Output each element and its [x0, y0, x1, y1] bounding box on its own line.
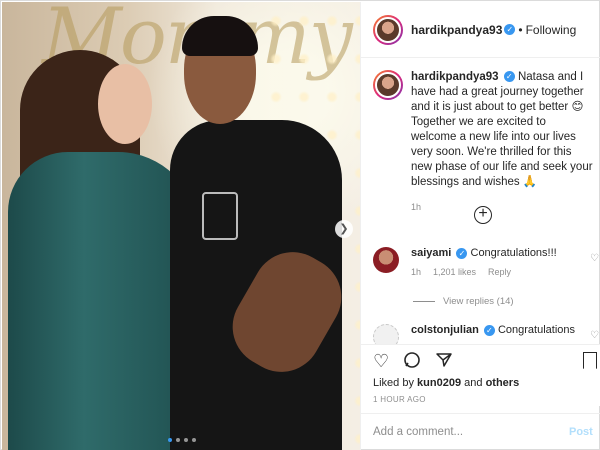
- comment-heart-icon[interactable]: ♡: [590, 330, 599, 341]
- comment-item: saiyami ✓ Congratulations!!! 1h 1,201 li…: [373, 247, 599, 277]
- plus-circle-icon[interactable]: +: [474, 206, 492, 224]
- comment-icon[interactable]: [403, 351, 421, 374]
- comment-heart-icon[interactable]: ♡: [590, 253, 599, 264]
- follow-status-button[interactable]: Following: [526, 23, 577, 37]
- comment-text: Congratulations: [497, 324, 576, 336]
- commenter-avatar[interactable]: [373, 247, 399, 273]
- commenter-username[interactable]: saiyami: [411, 247, 451, 259]
- commenter-username[interactable]: colstonjulian: [411, 324, 479, 336]
- carousel-dot: [168, 438, 172, 442]
- comment-time[interactable]: 1h: [411, 267, 421, 277]
- verified-badge-icon: ✓: [456, 247, 468, 259]
- caption-avatar[interactable]: [373, 70, 403, 100]
- post-caption: hardikpandya93 ✓ Natasa and I have had a…: [373, 70, 593, 215]
- author-avatar[interactable]: [373, 14, 403, 45]
- view-replies-label: View replies (14): [443, 296, 514, 307]
- comment-input[interactable]: [373, 426, 569, 438]
- post-photo[interactable]: Mommy ❯: [2, 2, 360, 450]
- bookmark-icon[interactable]: [583, 352, 597, 369]
- chevron-right-icon: ❯: [339, 223, 349, 235]
- carousel-dot: [192, 438, 196, 442]
- woman-face: [98, 64, 152, 144]
- carousel-dots: [168, 438, 196, 442]
- post-comment-button[interactable]: Post: [569, 426, 593, 438]
- liked-by-user[interactable]: kun0209: [417, 377, 461, 389]
- pendant: [202, 192, 238, 240]
- carousel-dot: [176, 438, 180, 442]
- author-username[interactable]: hardikpandya93: [411, 23, 502, 37]
- verified-badge-icon: ✓: [503, 71, 515, 83]
- post-side-panel: hardikpandya93 ✓ • Following hardikpandy…: [360, 2, 600, 450]
- caption-text: Natasa and I have had a great journey to…: [411, 71, 593, 188]
- reply-button[interactable]: Reply: [488, 267, 511, 277]
- view-replies-button[interactable]: View replies (14): [413, 296, 514, 307]
- caption-username[interactable]: hardikpandya93: [411, 71, 499, 83]
- comment-composer: Post: [361, 413, 600, 450]
- post-header: hardikpandya93 ✓ • Following: [361, 2, 600, 58]
- liked-by-others[interactable]: others: [486, 377, 520, 389]
- paper-plane-icon[interactable]: [435, 351, 453, 374]
- liked-by-line: Liked by kun0209 and others: [373, 377, 519, 389]
- comment-likes[interactable]: 1,201 likes: [433, 267, 476, 277]
- post-actions: ♡ Liked by kun0209 and others 1 HOUR AGO: [361, 344, 600, 406]
- heart-icon[interactable]: ♡: [373, 351, 389, 374]
- caption-time[interactable]: 1h: [411, 200, 593, 215]
- liked-by-prefix: Liked by: [373, 377, 414, 389]
- carousel-dot: [184, 438, 188, 442]
- verified-badge-icon: ✓: [483, 324, 495, 336]
- liked-by-joiner: and: [464, 377, 483, 389]
- replies-divider-line: [413, 300, 435, 302]
- separator-dot: •: [518, 22, 523, 37]
- next-photo-button[interactable]: ❯: [335, 220, 353, 238]
- verified-badge-icon: ✓: [504, 24, 516, 35]
- comment-text: Congratulations!!!: [470, 247, 557, 259]
- post-timestamp[interactable]: 1 HOUR AGO: [373, 395, 426, 404]
- post-modal: Mommy ❯ hardikpandya93 ✓ • Following har…: [0, 0, 600, 450]
